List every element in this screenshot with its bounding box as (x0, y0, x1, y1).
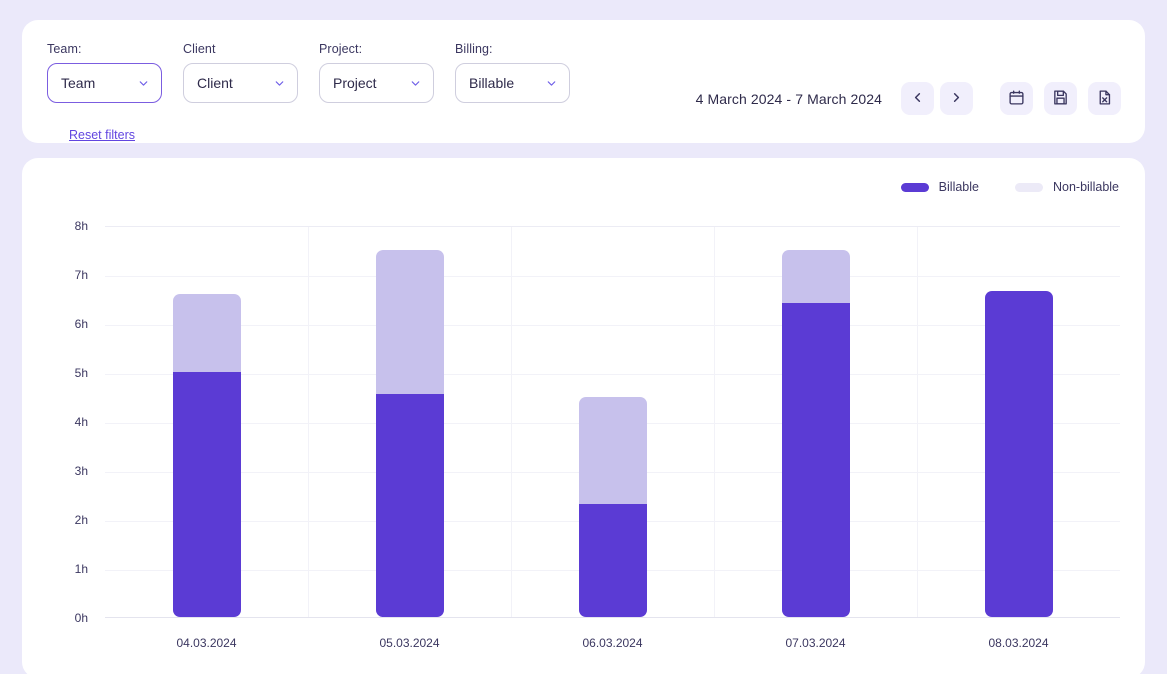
report-toolbar: 4 March 2024 - 7 March 2024 (696, 82, 1121, 115)
y-axis-tick-label: 6h (74, 317, 88, 331)
reset-filters-link[interactable]: Reset filters (69, 128, 135, 142)
y-axis-tick-label: 5h (74, 366, 88, 380)
plot-area (105, 226, 1120, 618)
chevron-down-icon (137, 77, 150, 90)
save-floppy-icon (1052, 89, 1069, 109)
x-axis-tick-label: 05.03.2024 (379, 636, 440, 650)
filter-group-project: Project: Project (319, 42, 434, 103)
bar-stack[interactable] (984, 291, 1053, 617)
filter-group-client: Client Client (183, 42, 298, 103)
gridline-horizontal (105, 276, 1120, 277)
filter-value-billing: Billable (469, 75, 515, 91)
bar-segment-non-billable[interactable] (375, 249, 444, 395)
y-axis-tick-label: 2h (74, 513, 88, 527)
filter-label-team: Team: (47, 42, 82, 56)
bar-segment-billable[interactable] (781, 303, 850, 617)
filter-label-project: Project: (319, 42, 363, 56)
filter-group-team: Team: Team (47, 42, 162, 103)
chart-card: Billable Non-billable 0h 1h 2h 3h 4h 5h 6h 7h 8h … (22, 158, 1145, 674)
gridline-vertical (714, 227, 715, 617)
gridline-horizontal (105, 325, 1120, 326)
y-axis-tick-label: 8h (74, 219, 88, 233)
y-axis: 0h 1h 2h 3h 4h 5h 6h 7h 8h (62, 219, 88, 625)
filter-select-team[interactable]: Team (47, 63, 162, 103)
bar-stack[interactable] (172, 293, 241, 617)
filters-card: Team: Team Client Client Project: Project Bill… (22, 20, 1145, 143)
filter-select-client[interactable]: Client (183, 63, 298, 103)
bar-segment-billable[interactable] (984, 291, 1053, 617)
chevron-down-icon (409, 77, 422, 90)
bar-segment-billable[interactable] (375, 394, 444, 617)
chevron-down-icon (545, 77, 558, 90)
x-axis-tick-label: 07.03.2024 (785, 636, 846, 650)
bar-stack[interactable] (578, 396, 647, 617)
chevron-right-icon (949, 90, 964, 108)
save-report-button[interactable] (1044, 82, 1077, 115)
bar-segment-non-billable[interactable] (172, 293, 241, 372)
y-axis-tick-label: 3h (74, 464, 88, 478)
filter-select-project[interactable]: Project (319, 63, 434, 103)
calendar-button[interactable] (1000, 82, 1033, 115)
app-page: Team: Team Client Client Project: Project Bill… (0, 0, 1167, 674)
gridline-vertical (917, 227, 918, 617)
filter-value-client: Client (197, 75, 233, 91)
file-export-x-icon (1096, 89, 1113, 109)
y-axis-tick-label: 0h (74, 611, 88, 625)
bar-chart: 0h 1h 2h 3h 4h 5h 6h 7h 8h 04.03.2024 05.03.2024 0… (22, 158, 1145, 674)
bar-segment-billable[interactable] (578, 504, 647, 617)
filter-group-billing: Billing: Billable (455, 42, 570, 103)
export-excel-button[interactable] (1088, 82, 1121, 115)
x-axis: 04.03.2024 05.03.2024 06.03.2024 07.03.2024… (105, 636, 1120, 656)
x-axis-tick-label: 06.03.2024 (582, 636, 643, 650)
chevron-left-icon (910, 90, 925, 108)
date-range-label: 4 March 2024 - 7 March 2024 (695, 90, 882, 107)
bar-segment-non-billable[interactable] (578, 396, 647, 505)
gridline-vertical (308, 227, 309, 617)
chevron-down-icon (273, 77, 286, 90)
bar-segment-billable[interactable] (172, 372, 241, 617)
y-axis-tick-label: 7h (74, 268, 88, 282)
bar-segment-non-billable[interactable] (781, 249, 850, 304)
filter-value-team: Team (61, 75, 96, 91)
next-period-button[interactable] (940, 82, 973, 115)
filter-value-project: Project (333, 75, 377, 91)
calendar-icon (1008, 89, 1025, 109)
previous-period-button[interactable] (901, 82, 934, 115)
filter-label-billing: Billing: (455, 42, 493, 56)
y-axis-tick-label: 1h (74, 562, 88, 576)
bar-stack[interactable] (781, 249, 850, 617)
bar-stack[interactable] (375, 249, 444, 617)
gridline-horizontal (105, 374, 1120, 375)
filter-select-billing[interactable]: Billable (455, 63, 570, 103)
x-axis-tick-label: 04.03.2024 (176, 636, 237, 650)
y-axis-tick-label: 4h (74, 415, 88, 429)
filter-label-client: Client (183, 42, 216, 56)
x-axis-tick-label: 08.03.2024 (988, 636, 1049, 650)
gridline-vertical (511, 227, 512, 617)
